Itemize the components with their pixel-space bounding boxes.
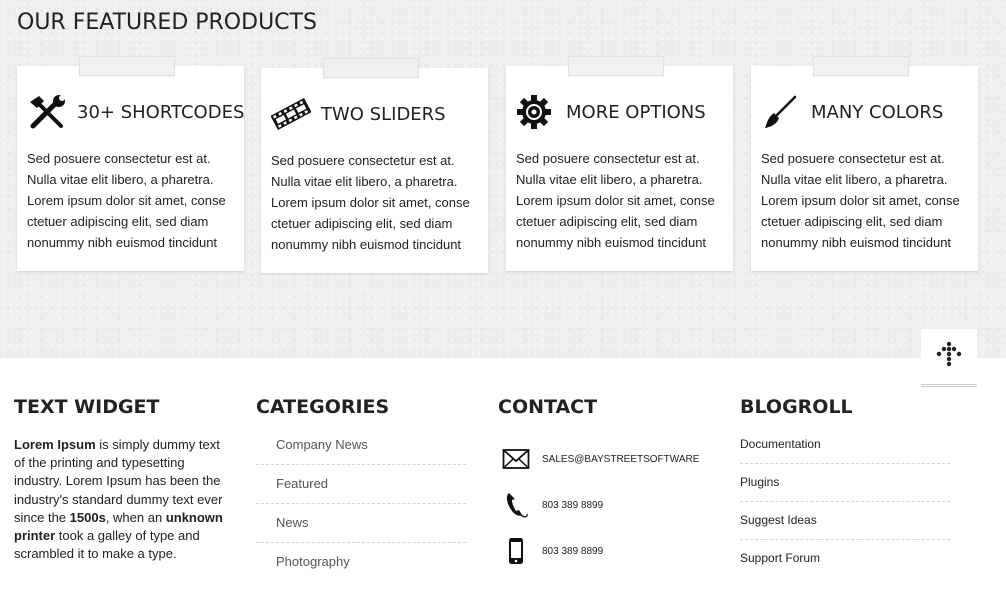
- card-tape-decoration: [323, 58, 419, 78]
- card-tape-decoration: [813, 56, 909, 76]
- contact-mobile[interactable]: 803 389 8899: [542, 546, 603, 557]
- blogroll-link-suggest-ideas[interactable]: Suggest Ideas: [740, 502, 950, 540]
- card-description: Sed posuere consectetur est at. Nulla vi…: [27, 151, 226, 250]
- featured-card-colors: MANY COLORS Sed posuere consectetur est …: [751, 56, 978, 271]
- contact-email-row: SALES@BAYSTREETSOFTWARE: [500, 443, 699, 475]
- featured-products-heading: OUR FEATURED PRODUCTS: [17, 10, 317, 35]
- card-title: TWO SLIDERS: [321, 103, 446, 125]
- featured-card-options: MORE OPTIONS Sed posuere consectetur est…: [506, 56, 733, 271]
- contact-title: CONTACT: [498, 396, 598, 418]
- tools-icon: [27, 94, 67, 130]
- phone-icon: [500, 489, 532, 521]
- blogroll-link-support-forum[interactable]: Support Forum: [740, 540, 950, 578]
- card-description: Sed posuere consectetur est at. Nulla vi…: [271, 153, 470, 252]
- category-link-photography[interactable]: Photography: [256, 543, 466, 582]
- paintbrush-icon: [761, 94, 801, 130]
- card-title: MORE OPTIONS: [566, 101, 706, 123]
- text-bold: 1500s: [69, 509, 106, 525]
- card-title: MANY COLORS: [811, 101, 944, 123]
- mobile-phone-icon: [500, 535, 532, 567]
- scroll-to-top-button[interactable]: [921, 329, 977, 387]
- contact-email[interactable]: SALES@BAYSTREETSOFTWARE: [542, 454, 699, 465]
- featured-section: OUR FEATURED PRODUCTS 30+ SHORTCODES Sed…: [0, 0, 1006, 358]
- text-widget-title: TEXT WIDGET: [14, 396, 160, 418]
- category-link-featured[interactable]: Featured: [256, 465, 466, 504]
- card-title: 30+ SHORTCODES: [77, 101, 245, 123]
- blogroll-title: BLOGROLL: [740, 396, 853, 418]
- text-widget-body: Lorem Ipsum is simply dummy text of the …: [14, 436, 229, 563]
- contact-mobile-row: 803 389 8899: [500, 535, 603, 567]
- category-link-company-news[interactable]: Company News: [256, 426, 466, 465]
- card-description: Sed posuere consectetur est at. Nulla vi…: [516, 151, 715, 250]
- featured-card-shortcodes: 30+ SHORTCODES Sed posuere consectetur e…: [17, 56, 245, 271]
- text-span: , when an: [105, 509, 166, 525]
- envelope-icon: [500, 443, 532, 475]
- categories-list: Company News Featured News Photography: [256, 426, 466, 582]
- categories-title: CATEGORIES: [256, 396, 390, 418]
- gear-icon: [516, 94, 556, 130]
- blogroll-list: Documentation Plugins Suggest Ideas Supp…: [740, 426, 950, 578]
- featured-card-sliders: TWO SLIDERS Sed posuere consectetur est …: [261, 58, 488, 273]
- card-description: Sed posuere consectetur est at. Nulla vi…: [761, 151, 960, 250]
- scroll-to-top-icon: [936, 341, 962, 372]
- contact-phone-row: 803 389 8899: [500, 489, 603, 521]
- text-bold: Lorem Ipsum: [14, 437, 96, 452]
- category-link-news[interactable]: News: [256, 504, 466, 543]
- film-strip-icon: [271, 96, 311, 132]
- card-tape-decoration: [568, 56, 664, 76]
- card-tape-decoration: [79, 56, 175, 76]
- contact-phone[interactable]: 803 389 8899: [542, 500, 603, 511]
- blogroll-link-plugins[interactable]: Plugins: [740, 464, 950, 502]
- blogroll-link-documentation[interactable]: Documentation: [740, 426, 950, 464]
